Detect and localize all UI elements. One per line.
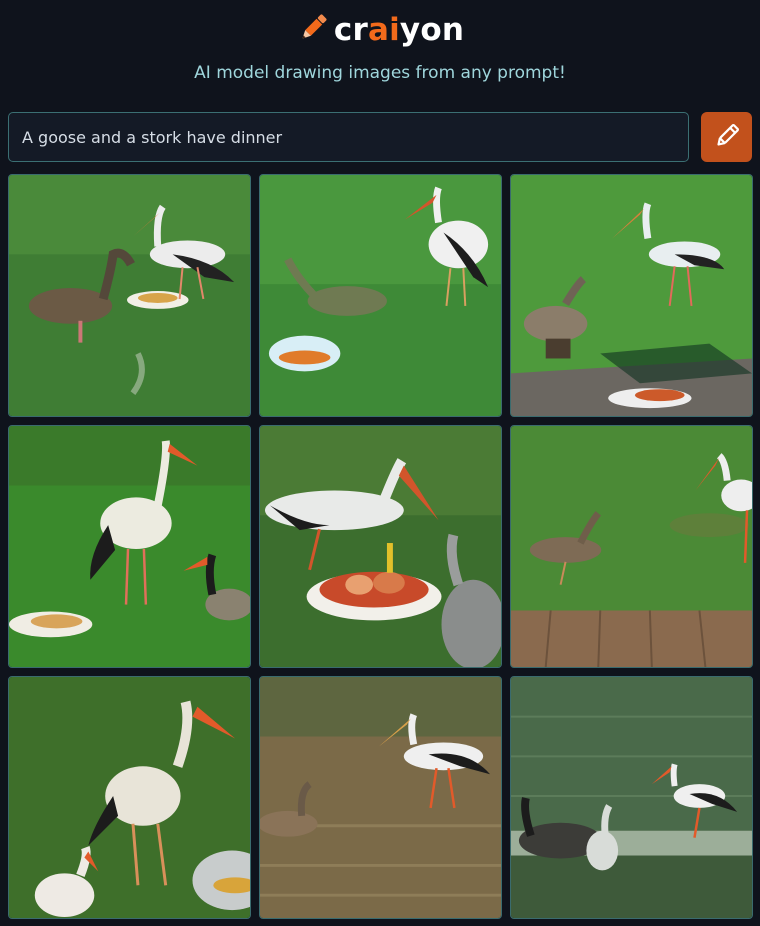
grass-scene-icon [260, 175, 501, 416]
water-scene-icon [260, 677, 501, 918]
result-image-7[interactable] [8, 676, 251, 919]
result-image-4[interactable] [8, 425, 251, 668]
result-image-3[interactable] [510, 174, 753, 417]
grass-scene-icon [511, 175, 752, 416]
grass-scene-icon [9, 677, 250, 918]
tagline: AI model drawing images from any prompt! [194, 63, 566, 83]
prompt-input[interactable] [8, 112, 689, 162]
header: craiyon AI model drawing images from any… [0, 0, 760, 100]
result-image-8[interactable] [259, 676, 502, 919]
results-grid [8, 174, 753, 919]
result-image-2[interactable] [259, 174, 502, 417]
result-image-1[interactable] [8, 174, 251, 417]
grass-scene-icon [260, 426, 501, 667]
draw-button[interactable] [701, 112, 752, 162]
result-image-5[interactable] [259, 425, 502, 668]
grass-scene-icon [9, 426, 250, 667]
pencil-icon [713, 122, 741, 153]
grass-scene-icon [511, 426, 752, 667]
logo-text: craiyon [333, 12, 465, 48]
result-image-6[interactable] [510, 425, 753, 668]
result-image-9[interactable] [510, 676, 753, 919]
grass-scene-icon [9, 175, 250, 416]
craiyon-logo[interactable]: craiyon [0, 10, 760, 50]
pencil-icon [296, 11, 334, 49]
water-scene-icon [511, 677, 752, 918]
